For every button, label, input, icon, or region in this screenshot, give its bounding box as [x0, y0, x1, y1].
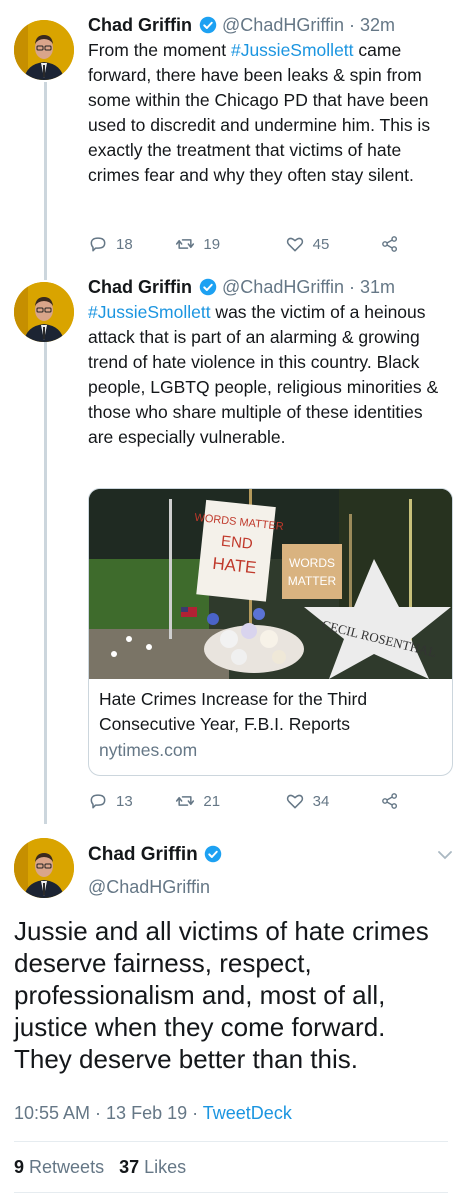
retweets-stat[interactable]: 9 Retweets — [14, 1157, 104, 1177]
reply-button[interactable]: 13 — [88, 791, 169, 811]
sign-text: MATTER — [288, 574, 337, 588]
retweet-button[interactable]: 19 — [175, 234, 284, 254]
retweet-icon — [176, 796, 195, 806]
like-icon — [286, 794, 303, 809]
retweet-count: 19 — [203, 235, 221, 253]
timestamp[interactable]: 10:55 AM · 13 Feb 19 · — [14, 1103, 203, 1123]
like-count: 34 — [312, 792, 330, 810]
author-handle[interactable]: @ChadHGriffin — [222, 277, 344, 297]
retweet-icon — [176, 239, 195, 249]
avatar[interactable] — [14, 838, 74, 898]
card-domain: nytimes.com — [99, 740, 198, 760]
tweet-header: Chad Griffin @ChadHGriffin · 31m — [88, 276, 452, 298]
divider — [14, 1141, 448, 1142]
like-button[interactable]: 34 — [285, 791, 374, 811]
retweet-count: 21 — [203, 792, 221, 810]
tweet-text: From the moment #JussieSmollett came for… — [88, 40, 431, 185]
tweet-time[interactable]: · 31m — [349, 277, 395, 297]
hashtag-link[interactable]: #JussieSmollett — [231, 40, 354, 60]
retweet-button[interactable]: 21 — [175, 791, 284, 811]
divider — [14, 1192, 448, 1193]
share-button[interactable] — [380, 234, 408, 254]
reply-icon — [90, 237, 106, 252]
verified-badge-icon — [199, 16, 217, 34]
reply-count: 13 — [116, 792, 133, 810]
like-count: 45 — [312, 235, 330, 253]
card-title[interactable]: Hate Crimes Increase for the Third Conse… — [99, 687, 442, 737]
tweet-actions: 13 21 34 — [88, 790, 408, 812]
hashtag-link[interactable]: #JussieSmollett — [88, 302, 211, 322]
card-body: Hate Crimes Increase for the Third Conse… — [89, 679, 452, 771]
chevron-down-icon[interactable] — [438, 850, 452, 860]
tweet-text: #JussieSmollett was the victim of a hein… — [88, 302, 439, 447]
author-name[interactable]: Chad Griffin — [88, 277, 192, 297]
client-link[interactable]: TweetDeck — [203, 1103, 292, 1123]
main-tweet-header: Chad Griffin @ChadHGriffin — [88, 843, 222, 899]
tweet[interactable]: Chad Griffin @ChadHGriffin · 31m #Jussie… — [88, 276, 452, 450]
avatar[interactable] — [14, 20, 74, 80]
reply-button[interactable]: 18 — [88, 234, 169, 254]
author-name[interactable]: Chad Griffin — [88, 15, 192, 35]
likes-stat[interactable]: 37 Likes — [119, 1157, 186, 1177]
share-icon — [382, 236, 398, 252]
verified-badge-icon — [204, 845, 222, 863]
reply-count: 18 — [116, 235, 133, 253]
link-card[interactable]: WORDS MATTER END HATE WORDS MATTER CECIL… — [88, 488, 453, 776]
reply-icon — [90, 794, 106, 809]
sign-text: WORDS — [289, 556, 335, 570]
main-tweet-text: Jussie and all victims of hate crimes de… — [14, 916, 429, 1074]
card-image: WORDS MATTER END HATE WORDS MATTER CECIL… — [89, 489, 452, 679]
author-handle[interactable]: @ChadHGriffin — [88, 875, 222, 899]
tweet-time[interactable]: · 32m — [349, 15, 395, 35]
tweet-actions: 18 19 45 — [88, 233, 408, 255]
like-icon — [286, 237, 303, 252]
share-button[interactable] — [380, 791, 408, 811]
share-icon — [382, 793, 398, 809]
author-name[interactable]: Chad Griffin — [88, 844, 198, 865]
tweet-header: Chad Griffin @ChadHGriffin · 32m — [88, 14, 452, 36]
sign-text: END — [220, 533, 253, 553]
like-button[interactable]: 45 — [285, 234, 374, 254]
author-handle[interactable]: @ChadHGriffin — [222, 15, 344, 35]
verified-badge-icon — [199, 278, 217, 296]
avatar[interactable] — [14, 282, 74, 342]
thread-connector — [44, 82, 47, 280]
tweet[interactable]: Chad Griffin @ChadHGriffin · 32m From th… — [88, 14, 452, 188]
tweet-stats: 9 Retweets 37 Likes — [14, 1157, 186, 1178]
tweet-meta: 10:55 AM · 13 Feb 19 · TweetDeck — [14, 1103, 292, 1124]
thread-connector — [44, 342, 47, 824]
